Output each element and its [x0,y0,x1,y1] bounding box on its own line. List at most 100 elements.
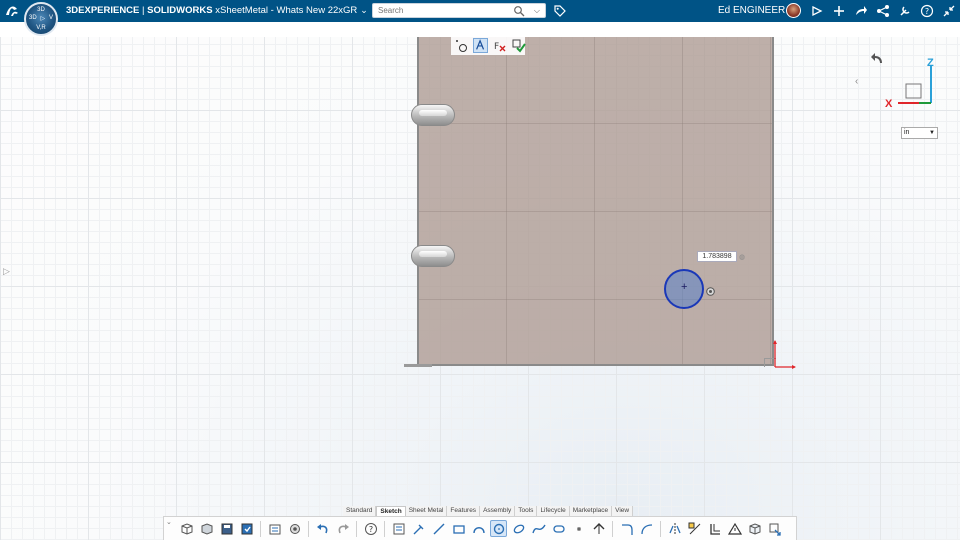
rectangle-icon[interactable] [450,520,467,537]
search-dropdown-icon[interactable]: ⌵ [534,6,540,16]
dimension-handle-icon[interactable]: ◍ [739,253,745,261]
fillet-icon[interactable] [618,520,635,537]
compass-top: 3D [37,7,45,13]
svg-text:?: ? [368,525,372,534]
toolbar-separator [660,520,661,537]
add-icon[interactable] [832,4,846,18]
chevron-down-icon[interactable]: ⌄ [360,5,368,15]
tab-assembly[interactable]: Assembly [480,506,516,516]
sheet-flange [404,364,432,367]
viewport-header-band [0,22,960,37]
sketch-text-icon[interactable] [473,38,488,53]
point-icon[interactable] [570,520,587,537]
circle-icon[interactable] [490,520,507,537]
spline-icon[interactable] [530,520,547,537]
axis-z-label: Z [927,57,934,69]
toolbar-separator [260,520,261,537]
line-icon[interactable] [430,520,447,537]
search-box[interactable]: ⌵ [372,3,546,18]
tools-icon[interactable] [898,4,912,18]
avatar[interactable] [786,3,801,18]
sketch-origin-icon [773,340,796,369]
user-name[interactable]: Ed ENGINEER [718,5,785,16]
compass-right: V [48,15,53,21]
sketch-circle[interactable] [664,269,704,309]
help-icon[interactable]: ? [920,4,934,18]
sketch-icon[interactable] [390,520,407,537]
tab-features[interactable]: Features [447,506,481,516]
sheet-metal-part[interactable] [417,37,774,366]
slot-icon[interactable] [550,520,567,537]
tab-sketch[interactable]: Sketch [376,506,406,516]
share-icon[interactable] [810,4,824,18]
help-icon[interactable]: ? [362,520,379,537]
tab-sheet-metal[interactable]: Sheet Metal [405,506,448,516]
new-part-icon[interactable] [178,520,195,537]
redo-icon[interactable] [334,520,351,537]
save-icon[interactable] [218,520,235,537]
delete-icon[interactable]: F [492,38,507,53]
rotate-view-icon[interactable] [870,52,884,66]
unit-select[interactable]: in ▼ [901,127,938,139]
gear-icon[interactable] [286,520,303,537]
tab-marketplace[interactable]: Marketplace [569,506,613,516]
properties-icon[interactable] [266,520,283,537]
network-share-icon[interactable] [876,4,890,18]
play-icon[interactable]: ▷ [41,15,46,22]
svg-text:?: ? [925,7,929,16]
tab-lifecycle[interactable]: Lifecycle [537,506,570,516]
confirm-sketch-icon[interactable] [511,38,526,53]
axis-x-label: X [885,98,893,110]
context-toolbar: F [451,37,526,55]
chevron-left-icon[interactable]: ‹ [855,76,858,87]
tag-icon[interactable] [553,4,567,18]
chevron-down-icon[interactable]: ⌄ [166,518,172,526]
chevron-down-icon[interactable]: ▼ [929,128,935,138]
trim-icon[interactable] [590,520,607,537]
tab-view[interactable]: View [612,506,634,516]
command-bar: ⌄ ? [163,516,797,540]
tab-tools[interactable]: Tools [515,506,538,516]
document-title: xSheetMetal - Whats New 22xGR [212,5,358,16]
compass-bottom: V,R [36,25,46,31]
open-part-icon[interactable] [198,520,215,537]
arc-icon[interactable] [470,520,487,537]
tab-standard[interactable]: Standard [343,506,377,516]
smart-dimension-icon[interactable] [410,520,427,537]
dimension-value-box[interactable]: 1.783898 [697,251,737,262]
toolbar-separator [612,520,613,537]
collapse-icon[interactable] [942,4,956,18]
search-icon[interactable] [513,5,525,17]
3d-view-icon[interactable] [746,520,763,537]
sheet-tab[interactable] [411,104,455,126]
sheet-tab[interactable] [411,245,455,267]
search-input[interactable] [373,4,513,17]
toolbar-separator [356,520,357,537]
svg-text:F: F [494,42,499,52]
save-all-icon[interactable] [238,520,255,537]
brand-separator: | [139,5,148,16]
expand-panel-icon[interactable]: ▷ [3,266,10,277]
undo-icon[interactable] [314,520,331,537]
exit-sketch-icon[interactable] [766,520,783,537]
toolbar-separator [308,520,309,537]
command-tabs: Standard Sketch Sheet Metal Features Ass… [343,506,634,516]
relations-icon[interactable] [686,520,703,537]
unit-value: in [904,129,910,136]
compass-left: 3D [29,15,37,21]
chamfer-icon[interactable] [638,520,655,537]
top-bar: 3DEXPERIENCE | SOLIDWORKS xSheetMetal - … [0,0,960,22]
brand-app: SOLIDWORKS [147,5,213,16]
sketch-point-icon[interactable] [454,38,469,53]
ellipse-icon[interactable] [510,520,527,537]
brand-prefix: 3DEXPERIENCE [66,5,140,16]
mirror-icon[interactable] [666,520,683,537]
app-title[interactable]: 3DEXPERIENCE | SOLIDWORKS xSheetMetal - … [66,5,368,16]
gear-icon[interactable] [705,286,716,297]
dassault-logo-icon [6,6,18,16]
warning-icon[interactable] [726,520,743,537]
view-triad[interactable]: Z X [884,55,940,111]
compass-widget[interactable]: 3D 3D ▷ V V,R [24,2,58,36]
display-relations-icon[interactable] [706,520,723,537]
forward-icon[interactable] [854,4,868,18]
